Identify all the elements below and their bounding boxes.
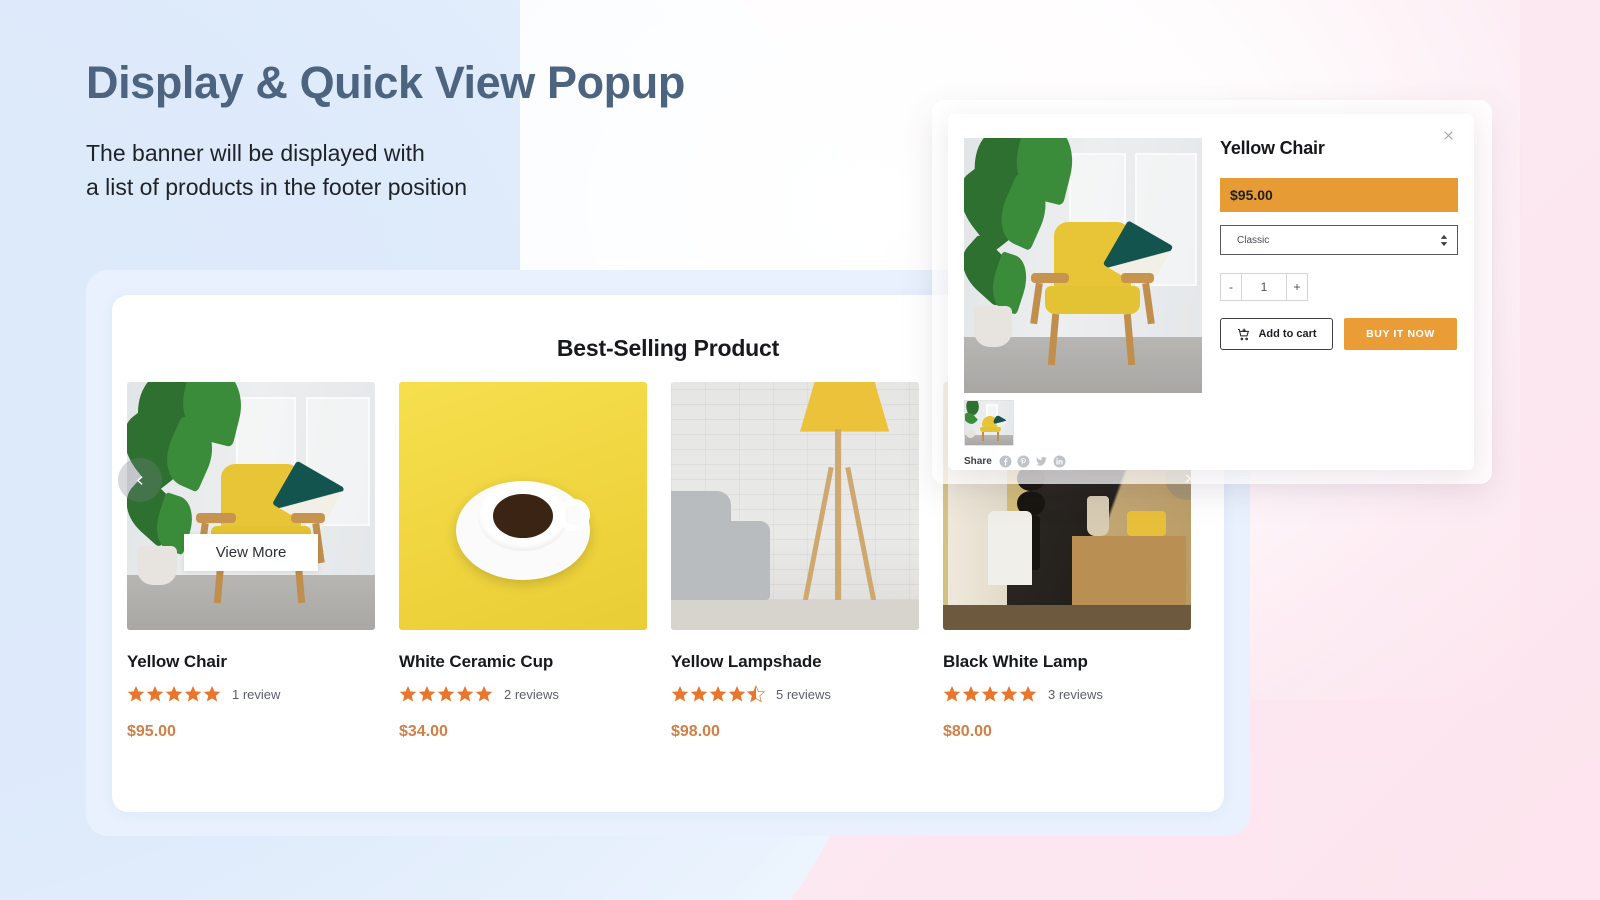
product-price: $95.00 xyxy=(127,723,176,740)
page-title: Display & Quick View Popup xyxy=(86,57,685,108)
star-icon xyxy=(709,685,727,702)
star-icon xyxy=(184,685,202,702)
carousel-prev-button[interactable] xyxy=(118,458,162,502)
product-name: Yellow Chair xyxy=(127,652,227,671)
review-count[interactable]: 1 review xyxy=(232,687,280,702)
quick-view-actions: Add to cart BUY IT NOW xyxy=(1220,318,1458,350)
share-row: Share xyxy=(964,455,1066,468)
quantity-increment-button[interactable]: + xyxy=(1286,273,1308,301)
star-icon xyxy=(127,685,145,702)
twitter-icon[interactable] xyxy=(1035,455,1048,468)
product-price: $34.00 xyxy=(399,723,448,740)
quick-view-details: Yellow Chair $95.00 Classic - 1 + Add to… xyxy=(1220,138,1458,350)
quick-view-product-title: Yellow Chair xyxy=(1220,138,1325,158)
star-icon xyxy=(962,685,980,702)
quick-view-popup: Share Yellow Chair $95.00 Classic - 1 + xyxy=(948,114,1474,470)
review-count[interactable]: 3 reviews xyxy=(1048,687,1103,702)
facebook-icon[interactable] xyxy=(999,455,1012,468)
star-rating-icons xyxy=(127,685,221,703)
star-icon xyxy=(146,685,164,702)
star-icon xyxy=(1000,685,1018,702)
star-half-icon xyxy=(747,685,765,703)
quick-view-price: $95.00 xyxy=(1220,178,1458,212)
add-to-cart-label: Add to cart xyxy=(1258,328,1317,340)
variant-select[interactable]: Classic xyxy=(1220,225,1458,255)
quantity-stepper[interactable]: - 1 + xyxy=(1220,273,1308,301)
review-count[interactable]: 2 reviews xyxy=(504,687,559,702)
star-icon xyxy=(203,685,221,702)
star-icon xyxy=(671,685,689,702)
product-price: $98.00 xyxy=(671,723,720,740)
quick-view-main-image[interactable] xyxy=(964,138,1202,393)
share-label: Share xyxy=(964,456,992,467)
chevron-updown-icon xyxy=(1440,234,1448,246)
thumbnail-item[interactable] xyxy=(964,400,1014,446)
product-name: White Ceramic Cup xyxy=(399,652,554,671)
review-count[interactable]: 5 reviews xyxy=(776,687,831,702)
buy-it-now-button[interactable]: BUY IT NOW xyxy=(1344,318,1457,350)
view-more-button[interactable]: View More xyxy=(184,534,318,571)
product-rating: 5 reviews xyxy=(671,685,919,703)
quantity-input[interactable]: 1 xyxy=(1242,273,1286,301)
variant-select-value: Classic xyxy=(1237,234,1270,246)
linkedin-icon[interactable] xyxy=(1053,455,1066,468)
star-icon xyxy=(475,685,493,702)
page-subtitle: The banner will be displayed with a list… xyxy=(86,136,467,204)
star-icon xyxy=(728,685,746,702)
product-name: Yellow Lampshade xyxy=(671,652,822,671)
star-rating-icons xyxy=(671,685,765,703)
star-icon xyxy=(1019,685,1037,702)
product-card[interactable]: Yellow Lampshade 5 reviews $98.00 xyxy=(671,382,919,741)
star-icon xyxy=(399,685,417,702)
star-icon xyxy=(981,685,999,702)
star-rating-icons xyxy=(399,685,493,703)
star-icon xyxy=(690,685,708,702)
product-image-white-ceramic-cup[interactable] xyxy=(399,382,647,630)
chevron-left-icon xyxy=(136,475,143,485)
page-subtitle-line-2: a list of products in the footer positio… xyxy=(86,174,467,200)
product-rating: 3 reviews xyxy=(943,685,1191,703)
product-name: Black White Lamp xyxy=(943,652,1088,671)
pinterest-icon[interactable] xyxy=(1017,455,1030,468)
star-icon xyxy=(165,685,183,702)
product-image-yellow-chair[interactable]: View More xyxy=(127,382,375,630)
add-to-cart-button[interactable]: Add to cart xyxy=(1220,318,1333,350)
page-root: Display & Quick View Popup The banner wi… xyxy=(0,0,1600,900)
page-subtitle-line-1: The banner will be displayed with xyxy=(86,140,425,166)
product-rating: 2 reviews xyxy=(399,685,647,703)
star-icon xyxy=(418,685,436,702)
quantity-decrement-button[interactable]: - xyxy=(1220,273,1242,301)
quick-view-thumbnail-strip xyxy=(964,400,1014,446)
product-image-yellow-lampshade[interactable] xyxy=(671,382,919,630)
product-card[interactable]: White Ceramic Cup 2 reviews $34.00 xyxy=(399,382,647,741)
star-icon xyxy=(437,685,455,702)
product-card[interactable]: View More Yellow Chair 1 review $95.00 xyxy=(127,382,375,741)
star-rating-icons xyxy=(943,685,1037,703)
product-price: $80.00 xyxy=(943,723,992,740)
star-icon xyxy=(943,685,961,702)
star-icon xyxy=(456,685,474,702)
product-rating: 1 review xyxy=(127,685,375,703)
cart-plus-icon xyxy=(1238,328,1250,340)
